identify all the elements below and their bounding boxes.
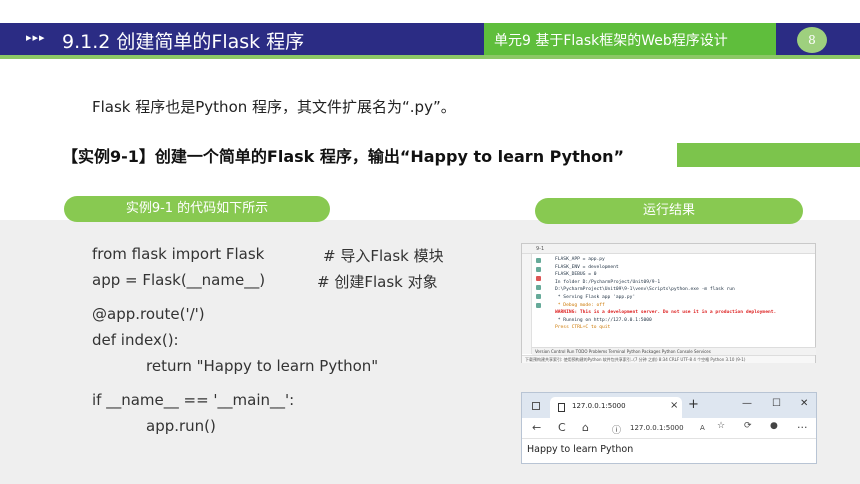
code-line: if __name__ == '__main__': bbox=[92, 391, 295, 409]
home-icon: ⌂ bbox=[582, 421, 589, 434]
code-comment: # 创建Flask 对象 bbox=[317, 273, 438, 291]
console-line: FLASK_DEBUG = 0 bbox=[555, 272, 597, 278]
result-label-pill: 运行结果 bbox=[535, 198, 803, 224]
plus-icon: + bbox=[688, 397, 699, 412]
title-bar: ▸▸▸ 9.1.2 创建简单的Flask 程序 单元9 基于Flask框架的We… bbox=[0, 23, 860, 55]
console-line: In folder D:/PycharmProject/Unit09/9-1 bbox=[555, 279, 661, 285]
code-line: @app.route('/') bbox=[92, 305, 205, 323]
page-number: 8 bbox=[797, 27, 827, 53]
info-icon: ⓘ bbox=[612, 426, 622, 436]
favorite-icon: ☆ bbox=[717, 421, 726, 431]
window-close-icon: ✕ bbox=[800, 398, 809, 409]
rerun-icon bbox=[535, 258, 541, 263]
back-icon: ← bbox=[532, 421, 542, 434]
browser-tab-bar: 127.0.0.1:5000 × + — ☐ ✕ bbox=[522, 393, 816, 418]
section-title: 9.1.2 创建简单的Flask 程序 bbox=[62, 31, 305, 53]
ide-console: FLASK_APP = app.py FLASK_ENV = developme… bbox=[555, 256, 815, 332]
code-label-pill: 实例9-1 的代码如下所示 bbox=[64, 196, 330, 222]
ide-screenshot: 9-1 FLASK_APP = app.py FLASK_ENV = devel… bbox=[521, 243, 816, 363]
code-line: app.run() bbox=[146, 417, 216, 435]
code-line: def index(): bbox=[92, 331, 179, 349]
stop-icon bbox=[535, 276, 541, 281]
close-icon: × bbox=[670, 400, 679, 411]
browser-screenshot: 127.0.0.1:5000 × + — ☐ ✕ ← C ⌂ ⓘ 127.0.0… bbox=[521, 392, 817, 464]
more-icon: ··· bbox=[797, 421, 808, 434]
console-line: * Running on http://127.0.0.1:5000 bbox=[555, 317, 652, 323]
unit-title: 单元9 基于Flask框架的Web程序设计 bbox=[494, 33, 728, 49]
code-line: from flask import Flask bbox=[92, 245, 265, 263]
browser-tab: 127.0.0.1:5000 × bbox=[550, 397, 682, 418]
layout-icon bbox=[535, 285, 541, 290]
console-line: * Debug mode: off bbox=[555, 302, 605, 308]
browser-page-text: Happy to learn Python bbox=[527, 444, 634, 455]
page-icon bbox=[558, 403, 565, 412]
console-warning: WARNING: This is a development server. D… bbox=[555, 310, 777, 316]
console-line: FLASK_APP = app.py bbox=[555, 257, 605, 262]
console-line: FLASK_ENV = development bbox=[555, 264, 619, 270]
ide-side-strip bbox=[522, 254, 532, 354]
arrow-icon bbox=[535, 267, 541, 272]
tab-title: 127.0.0.1:5000 bbox=[572, 402, 626, 410]
trash-icon bbox=[535, 303, 541, 308]
console-line: Press CTRL+C to quit bbox=[555, 325, 611, 331]
title-underline bbox=[0, 55, 860, 59]
ide-status-bar: 下载预构建共享索引: 使用预构建的Python 软件包共享索引..(7 分钟 之… bbox=[522, 355, 815, 363]
arrows-icon: ▸▸▸ bbox=[26, 31, 46, 44]
decorative-bar bbox=[677, 143, 860, 167]
maximize-icon: ☐ bbox=[772, 398, 781, 409]
tab-actions-icon bbox=[532, 402, 540, 410]
minimize-icon: — bbox=[742, 398, 752, 409]
code-comment: # 导入Flask 模块 bbox=[323, 247, 444, 265]
console-line: D:\PycharmProject\Unit09\9-1\venv\Script… bbox=[555, 287, 735, 293]
print-icon bbox=[535, 294, 541, 299]
profile-icon: ● bbox=[770, 421, 778, 431]
ide-bottom-toolbar: Version Control Run TODO Problems Termin… bbox=[532, 347, 816, 355]
ide-run-tab: 9-1 bbox=[522, 244, 815, 254]
read-aloud-icon: A bbox=[700, 424, 705, 432]
ide-run-toolbar bbox=[534, 256, 542, 326]
browser-address-bar: ← C ⌂ ⓘ 127.0.0.1:5000 A ☆ ⟳ ● ··· bbox=[522, 418, 816, 439]
code-line: app = Flask(__name__) bbox=[92, 271, 266, 289]
console-line: * Serving Flask app 'app.py' bbox=[555, 294, 636, 300]
url-text: 127.0.0.1:5000 bbox=[630, 424, 684, 432]
reload-icon: C bbox=[558, 421, 566, 434]
intro-text: Flask 程序也是Python 程序，其文件扩展名为“.py”。 bbox=[92, 98, 456, 116]
code-line: return "Happy to learn Python" bbox=[146, 357, 379, 375]
extensions-icon: ⟳ bbox=[744, 421, 752, 431]
example-title: 【实例9-1】创建一个简单的Flask 程序，输出“Happy to learn… bbox=[62, 147, 625, 166]
